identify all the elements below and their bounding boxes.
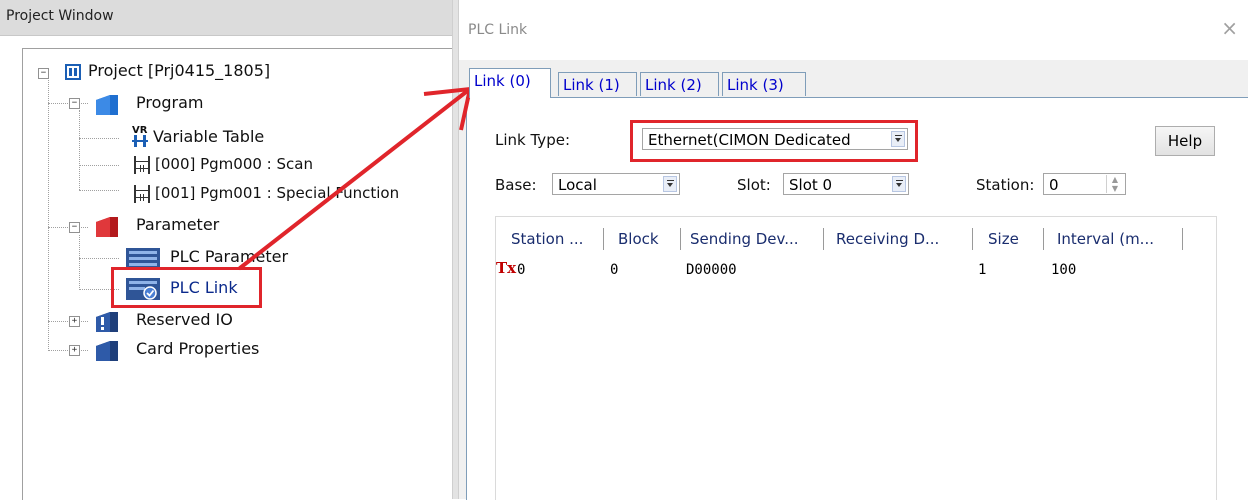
column-header-interval[interactable]: Interval (m... [1057,230,1154,248]
tree-line [48,350,88,351]
tree-item-pgm000[interactable]: [000] Pgm000 : Scan [118,153,368,177]
tree-line [48,321,88,322]
slot-value: Slot 0 [789,176,833,194]
station-spinner[interactable]: 0 ▲ ▼ [1043,173,1126,195]
tree-item-project[interactable]: Project [Prj0415_1805] [64,60,304,84]
tree-line [48,73,49,351]
program-icon [96,95,118,115]
parameter-icon [96,217,118,237]
cell-size: 1 [978,262,987,278]
base-label: Base: [495,176,537,194]
column-divider[interactable] [1182,228,1183,250]
tree-item-pgm001[interactable]: [001] Pgm001 : Special Function [118,182,448,206]
cell-sending-device: D00000 [686,262,737,278]
column-header-receiving[interactable]: Receiving D... [836,230,939,248]
project-icon [65,64,81,80]
tree-label: Reserved IO [136,310,233,329]
column-divider[interactable] [823,228,824,250]
tree-line [79,110,80,190]
highlight-plc-link [111,267,262,308]
tree-label: Program [136,93,204,112]
column-divider[interactable] [1043,228,1044,250]
variable-table-icon [132,135,148,147]
tree-label: [000] Pgm000 : Scan [155,155,313,173]
help-button[interactable]: Help [1155,126,1215,156]
collapse-toggle[interactable]: − [69,98,80,109]
tree-item-parameter[interactable]: Parameter [96,214,256,238]
tree-item-variable-table[interactable]: VR Variable Table [118,126,308,150]
expand-toggle[interactable]: + [69,316,80,327]
ladder-icon [134,185,150,203]
expand-toggle[interactable]: + [69,345,80,356]
cell-interval: 100 [1051,262,1077,278]
tree-line [48,103,88,104]
tree-label: [001] Pgm001 : Special Function [155,184,400,202]
tree-line [79,190,119,191]
spin-arrows-icon[interactable]: ▲ ▼ [1106,175,1123,193]
collapse-toggle[interactable]: − [38,68,49,79]
tree-line [79,258,119,259]
tree-item-card-properties[interactable]: Card Properties [96,338,296,362]
card-properties-icon [96,341,118,361]
close-icon[interactable]: × [1221,16,1238,40]
tree-label: Project [Prj0415_1805] [88,61,271,80]
tree-label: PLC Parameter [170,247,289,266]
tree-line [79,138,119,139]
column-divider[interactable] [972,228,973,250]
tree-line [79,235,80,290]
tab-link-1[interactable]: Link (1) [558,72,637,96]
tree-item-reserved-io[interactable]: Reserved IO [96,309,276,333]
panel-splitter[interactable] [452,0,459,499]
slot-select[interactable]: Slot 0 [783,173,909,195]
project-window-title: Project Window [6,8,114,24]
ladder-icon [134,156,150,174]
station-label: Station: [976,176,1035,194]
chevron-down-icon [663,176,677,192]
tree-label: Parameter [136,215,220,234]
cell-block: 0 [610,262,619,278]
station-value: 0 [1049,176,1059,194]
base-select[interactable]: Local [552,173,680,195]
dialog-title: PLC Link [468,22,528,38]
table-row[interactable] [496,257,1214,281]
highlight-link-type [630,120,918,162]
reserved-io-icon [96,312,118,332]
column-header-block[interactable]: Block [618,230,659,248]
base-value: Local [558,176,597,194]
chevron-down-icon [892,176,906,192]
column-divider[interactable] [603,228,604,250]
column-header-size[interactable]: Size [988,230,1019,248]
collapse-toggle[interactable]: − [69,222,80,233]
link-type-label: Link Type: [495,131,570,149]
tx-icon: Tx [496,259,517,277]
tab-link-0[interactable]: Link (0) [469,68,551,98]
tree-label: Variable Table [153,127,265,146]
tab-link-3[interactable]: Link (3) [722,72,806,96]
tree-line [79,165,119,166]
project-window-titlebar: Project Window [0,0,452,36]
tab-link-2[interactable]: Link (2) [640,72,719,96]
column-divider[interactable] [680,228,681,250]
tree-line [48,227,88,228]
column-header-sending[interactable]: Sending Dev... [690,230,799,248]
tree-item-program[interactable]: Program [96,92,236,116]
slot-label: Slot: [737,176,771,194]
tree-label: Card Properties [136,339,260,358]
column-header-station[interactable]: Station ... [511,230,583,248]
cell-station: 0 [517,262,526,278]
dialog-titlebar: PLC Link × [459,0,1248,60]
